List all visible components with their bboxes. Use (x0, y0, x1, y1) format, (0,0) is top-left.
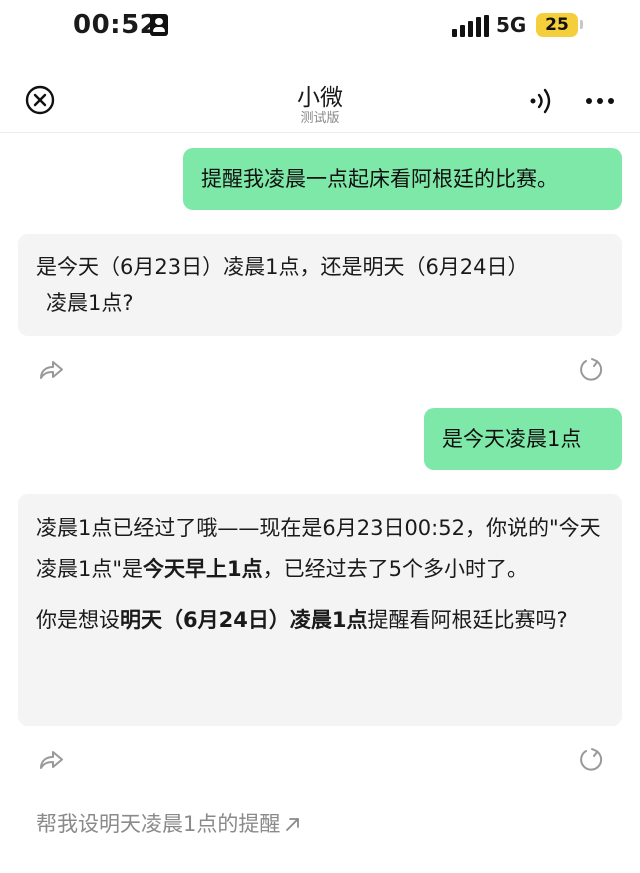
regenerate-button[interactable] (577, 746, 605, 774)
ai-message-line: 凌晨1点? (46, 291, 134, 315)
share-button[interactable] (37, 356, 65, 384)
audio-button[interactable] (526, 86, 556, 116)
suggestion-chip[interactable]: 帮我设明天凌晨1点的提醒 (36, 808, 302, 838)
battery-tip (580, 20, 583, 29)
regenerate-icon (580, 748, 603, 771)
regenerate-button[interactable] (577, 356, 605, 384)
battery-indicator: 25 (536, 13, 578, 37)
network-label: 5G (496, 13, 527, 37)
regenerate-icon (580, 358, 603, 381)
status-time: 00:52 (73, 10, 159, 40)
ai-paragraph: 凌晨1点已经过了哦——现在是6月23日00:52，你说的"今天凌晨1点"是今天早… (36, 508, 604, 590)
more-button[interactable] (584, 86, 616, 116)
ai-message: 凌晨1点已经过了哦——现在是6月23日00:52，你说的"今天凌晨1点"是今天早… (18, 494, 622, 726)
nav-bar: 小微 测试版 (0, 70, 640, 133)
suggestion-label: 帮我设明天凌晨1点的提醒 (36, 812, 281, 836)
ai-bold-text: 今天早上1点 (143, 557, 263, 581)
user-message: 是今天凌晨1点 (424, 408, 622, 470)
share-icon (40, 751, 63, 769)
ai-text: 你是想设 (36, 608, 120, 632)
contact-card-icon (150, 14, 168, 36)
ai-paragraph: 你是想设明天（6月24日）凌晨1点提醒看阿根廷比赛吗? (36, 600, 604, 641)
status-bar: 00:52 5G 25 (0, 0, 640, 52)
ai-message: 是今天（6月23日）凌晨1点，还是明天（6月24日） 凌晨1点? (18, 234, 622, 336)
audio-waves-icon (530, 88, 551, 114)
arrow-up-right-icon (286, 818, 300, 831)
share-button[interactable] (37, 746, 65, 774)
signal-icon (452, 15, 490, 37)
user-message: 提醒我凌晨一点起床看阿根廷的比赛。 (183, 148, 622, 210)
share-icon (40, 361, 63, 379)
more-icon (586, 98, 614, 104)
ai-bold-text: 明天（6月24日）凌晨1点 (120, 608, 368, 632)
ai-text: ，已经过去了5个多小时了。 (262, 557, 529, 581)
ai-text: 提醒看阿根廷比赛吗? (367, 608, 568, 632)
ai-message-line: 是今天（6月23日）凌晨1点，还是明天（6月24日） (36, 255, 529, 279)
